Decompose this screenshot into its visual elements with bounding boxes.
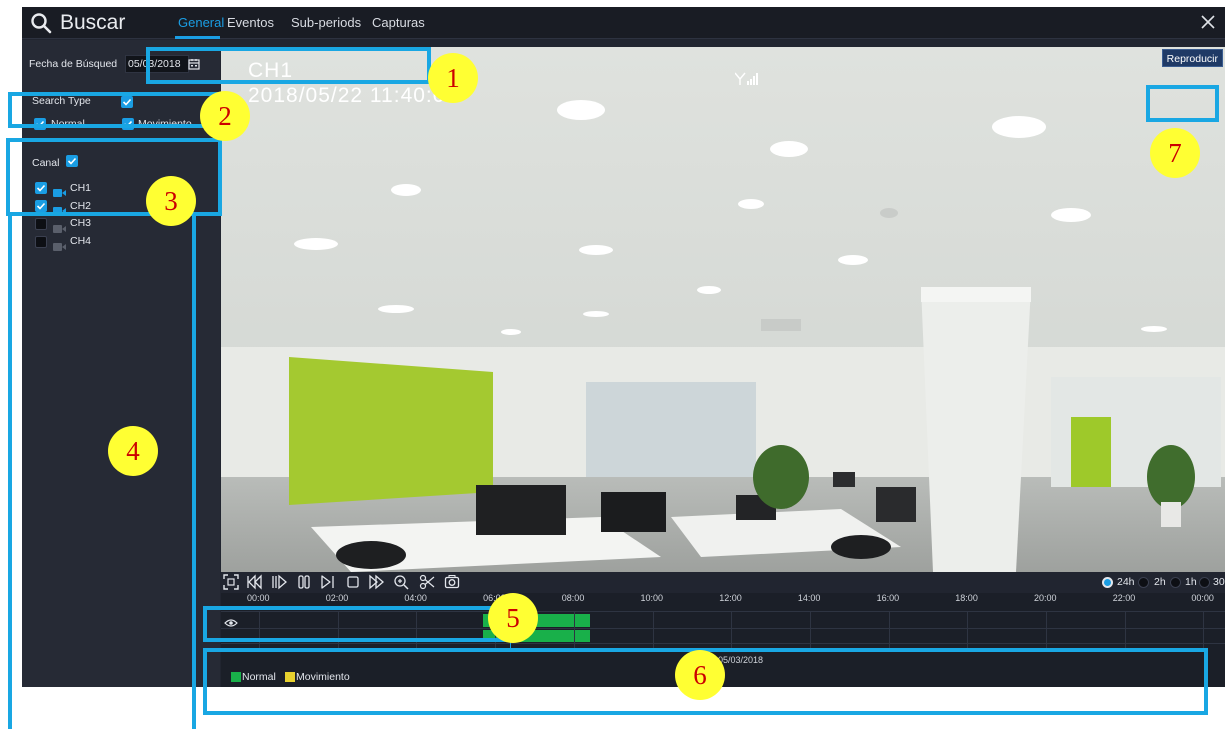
timeline-tick-label: 08:00 <box>561 593 585 603</box>
callout-badge-6: 6 <box>675 650 725 700</box>
callout-line-4-right <box>192 214 196 729</box>
video-player[interactable]: CH1 2018/05/22 11:40:04 Reproducir <box>221 47 1225 572</box>
channel-ch3-label: CH3 <box>70 217 92 229</box>
camera-icon <box>53 220 66 233</box>
timeline-grid-line <box>888 611 890 651</box>
zoom-24h-radio[interactable] <box>1102 577 1113 588</box>
app-title-text: Buscar <box>60 11 126 34</box>
timeline-tick-label: 00:00 <box>247 593 270 603</box>
app-title: Buscar <box>30 10 125 36</box>
timeline-grid-line <box>1124 611 1126 651</box>
zoom-30m-radio[interactable] <box>1199 577 1210 588</box>
channel-ch4-label: CH4 <box>70 235 92 247</box>
zoom-2h-radio[interactable] <box>1138 577 1149 588</box>
camera-scene <box>221 47 1225 572</box>
tab-sub-periods[interactable]: Sub-periods <box>291 15 361 30</box>
timeline-grid-line <box>809 611 811 651</box>
channel-ch3-checkbox[interactable] <box>35 218 47 230</box>
close-icon[interactable] <box>1199 13 1217 31</box>
timeline-tick-label: 00:00 <box>1191 593 1214 603</box>
timeline-grid-line <box>1203 611 1205 651</box>
rewind-icon[interactable] <box>247 574 263 590</box>
playback-controls: 24h 2h 1h 30m <box>221 572 1225 592</box>
zoom-24h-label: 24h <box>1117 576 1135 588</box>
timeline-tick-label: 22:00 <box>1112 593 1136 603</box>
callout-badge-3: 3 <box>146 176 196 226</box>
stop-icon[interactable] <box>345 574 361 590</box>
timeline-grid-line <box>221 643 1225 644</box>
zoom-2h-label: 2h <box>1154 576 1166 588</box>
timeline-grid-line <box>1046 611 1047 651</box>
play-button[interactable]: Reproducir <box>1161 49 1223 67</box>
callout-badge-2: 2 <box>200 91 250 141</box>
date-label: Fecha de Búsqued <box>29 58 118 70</box>
callout-badge-7: 7 <box>1150 128 1200 178</box>
timeline-tick-label: 14:00 <box>797 593 821 603</box>
channel-ch4-checkbox[interactable] <box>35 236 47 248</box>
callout-badge-4: 4 <box>108 426 158 476</box>
zoom-1h-radio[interactable] <box>1170 577 1181 588</box>
timeline-tick-label: 10:00 <box>640 593 664 603</box>
zoom-30m-label: 30m <box>1213 576 1225 588</box>
callout-box-1 <box>146 47 431 84</box>
search-icon <box>30 12 52 34</box>
top-bar: Buscar General Eventos Sub-periods Captu… <box>22 7 1225 39</box>
clip-icon[interactable] <box>419 574 435 590</box>
callout-line-4-left <box>8 214 12 729</box>
timeline-grid-line <box>731 611 733 651</box>
slow-play-icon[interactable] <box>271 574 287 590</box>
callout-box-2 <box>8 92 224 128</box>
camera-icon <box>53 238 66 251</box>
snapshot-icon[interactable] <box>444 574 460 590</box>
tab-eventos[interactable]: Eventos <box>227 15 274 30</box>
step-forward-icon[interactable] <box>320 574 336 590</box>
callout-badge-1: 1 <box>428 53 478 103</box>
zoom-icon[interactable] <box>393 574 409 590</box>
pause-icon[interactable] <box>296 574 312 590</box>
tab-capturas[interactable]: Capturas <box>372 15 425 30</box>
callout-box-5 <box>203 606 510 642</box>
tab-general[interactable]: General <box>178 15 224 30</box>
timeline-grid-line <box>652 611 654 651</box>
timeline-grid-line <box>573 611 575 651</box>
signal-icon <box>734 72 759 86</box>
zoom-1h-label: 1h <box>1185 576 1197 588</box>
callout-badge-5: 5 <box>488 593 538 643</box>
timeline-tick-label: 12:00 <box>719 593 742 603</box>
timeline-grid-line <box>967 611 969 651</box>
active-tab-indicator <box>175 36 220 39</box>
timeline-tick-label: 16:00 <box>876 593 900 603</box>
fast-forward-icon[interactable] <box>369 574 385 590</box>
timestamp-overlay: 2018/05/22 11:40:04 <box>248 84 459 107</box>
timeline-tick-label: 04:00 <box>404 593 427 603</box>
fullscreen-icon[interactable] <box>223 574 239 590</box>
callout-box-7 <box>1146 85 1219 122</box>
timeline-tick-label: 02:00 <box>325 593 349 603</box>
timeline-tick-label: 18:00 <box>955 593 978 603</box>
timeline-tick-label: 20:00 <box>1034 593 1057 603</box>
